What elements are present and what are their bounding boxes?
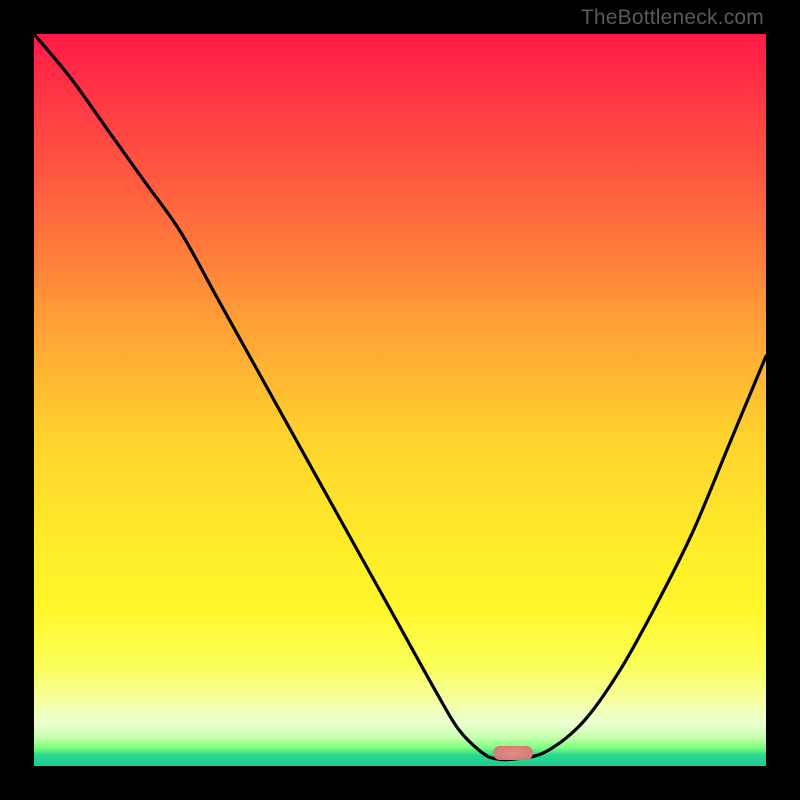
curve-path [34,34,766,760]
chart-frame: TheBottleneck.com [0,0,800,800]
optimum-marker [493,746,533,760]
bottleneck-curve [34,34,766,766]
watermark-text: TheBottleneck.com [581,6,764,30]
